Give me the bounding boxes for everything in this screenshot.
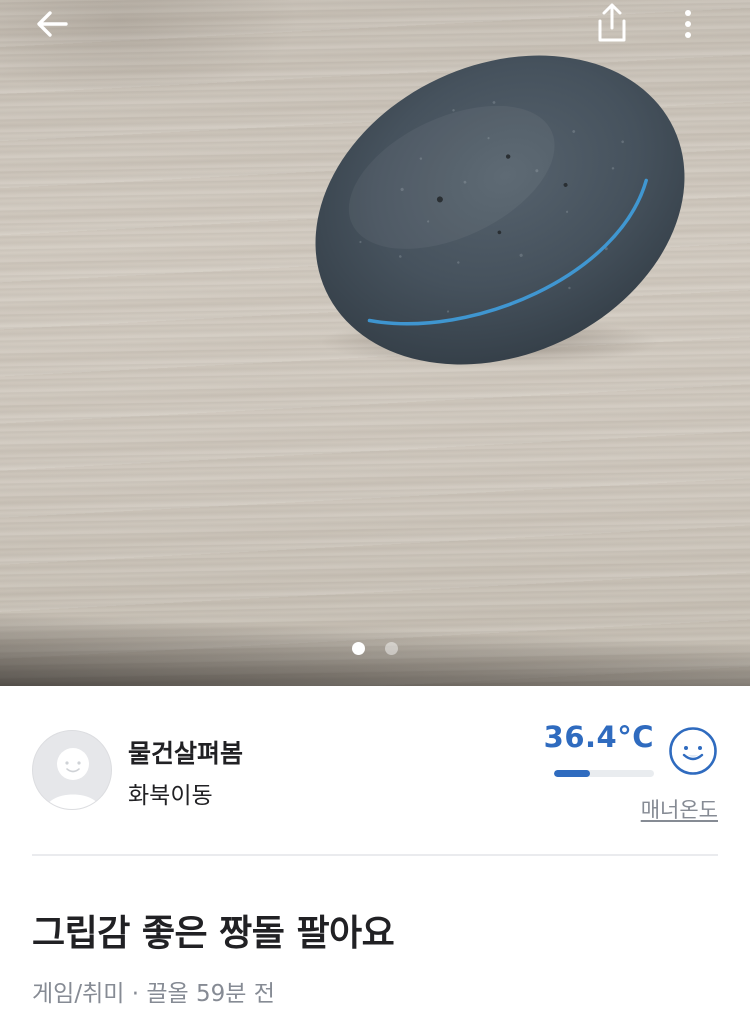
back-arrow-icon[interactable] (24, 0, 80, 48)
carousel-dot-2[interactable] (385, 642, 398, 655)
product-meta: 게임/취미 · 끌올 59분 전 (32, 974, 275, 1008)
manner-temperature: 36.4°C (543, 720, 654, 754)
product-time-posted: 끌올 59분 전 (146, 981, 275, 1007)
divider (32, 854, 718, 856)
seller-profile[interactable]: 물건살펴봄 화북이동 36.4°C 매너온도 (32, 720, 718, 840)
stone-photo (300, 40, 700, 380)
seller-nickname[interactable]: 물건살펴봄 (128, 734, 243, 770)
smile-face-icon (668, 726, 718, 776)
carousel-pagination (0, 642, 750, 655)
product-category-link[interactable]: 게임/취미 (32, 981, 124, 1007)
temperature-bar-fill (554, 770, 591, 777)
more-vertical-icon[interactable] (668, 0, 708, 48)
manner-temperature-link[interactable]: 매너온도 (641, 794, 718, 824)
temperature-bar (554, 770, 654, 777)
avatar[interactable] (32, 730, 112, 810)
share-icon[interactable] (588, 0, 636, 48)
carousel-dot-1[interactable] (352, 642, 365, 655)
seller-region: 화북이동 (128, 783, 213, 809)
meta-separator: · (124, 981, 147, 1007)
product-image-carousel[interactable] (0, 0, 750, 686)
product-title: 그립감 좋은 짱돌 팔아요 (32, 913, 395, 954)
